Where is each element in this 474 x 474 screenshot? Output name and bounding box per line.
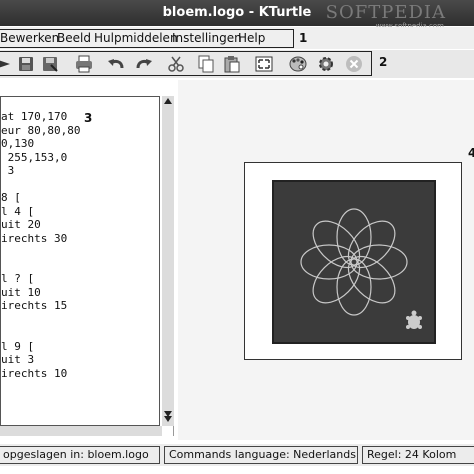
menu-beeld[interactable]: Beeld [57, 31, 91, 45]
callout-4: 4 [468, 146, 474, 160]
toolbar [0, 50, 474, 78]
editor-horizontal-scrollbar[interactable] [0, 426, 162, 436]
panel-scroll-down-arrow-icon[interactable] [164, 411, 172, 417]
scroll-up-arrow-icon[interactable] [164, 98, 172, 104]
fullscreen-icon[interactable] [254, 54, 274, 74]
menu-help[interactable]: Help [238, 31, 265, 45]
watermark: SOFTPEDIA [325, 2, 446, 23]
flower-petal [312, 220, 361, 269]
status-position: Regel: 24 Kolom [362, 446, 474, 464]
menu-instellingen[interactable]: Instellingen [172, 31, 242, 45]
code-line: 255,153,0 [1, 150, 68, 164]
print-icon[interactable] [74, 54, 94, 74]
save-icon[interactable] [16, 54, 36, 74]
redo-icon[interactable] [134, 54, 154, 74]
code-editor[interactable]: at 170,170 eur 80,80,80 0,130 255,153,0 3 8… [0, 96, 160, 426]
editor-vertical-scrollbar[interactable] [162, 96, 174, 426]
flower-petal [347, 255, 396, 304]
undo-icon[interactable] [106, 54, 126, 74]
settings-icon[interactable] [316, 54, 336, 74]
menu-hulpmiddelen[interactable]: Hulpmiddelen [94, 31, 178, 45]
status-saved: opgeslagen in: bloem.logo [0, 446, 160, 464]
code-line: l 4 [ [1, 204, 35, 218]
code-line: uit 3 [1, 353, 35, 366]
code-line: 0,130 [1, 137, 35, 150]
callout-2: 2 [379, 55, 388, 69]
turtle-icon [406, 310, 422, 329]
code-line: l ? [ [1, 272, 35, 285]
code-line: irechts 15 [1, 299, 68, 312]
color-picker-icon[interactable] [288, 54, 308, 74]
copy-icon[interactable] [196, 54, 216, 74]
callout-1: 1 [299, 31, 308, 45]
turtle-canvas[interactable] [272, 180, 436, 344]
cut-icon[interactable] [166, 54, 186, 74]
code-line: eur 80,80,80 [1, 123, 81, 137]
title-bar: bloem.logo - KTurtle SOFTPEDIA www.softp… [0, 0, 474, 30]
code-line: at 170,170 [1, 110, 68, 123]
flower-petal [312, 255, 361, 304]
flower-petal [300, 244, 358, 280]
paste-icon[interactable] [222, 54, 242, 74]
save-as-icon[interactable] [40, 54, 60, 74]
flower-petal [347, 220, 396, 269]
status-language: Commands language: Nederlands [164, 446, 358, 464]
code-line: 8 [ [1, 191, 21, 204]
code-editor-panel: at 170,170 eur 80,80,80 0,130 255,153,0 3 8… [0, 96, 174, 436]
code-line: 3 [1, 164, 15, 177]
callout-3: 3 [84, 111, 93, 125]
menu-bar: Bewerken Beeld Hulpmiddelen Instellingen… [0, 27, 474, 49]
code-line: l 9 [ [1, 339, 35, 353]
flower-drawing [300, 208, 422, 329]
stop-icon[interactable] [344, 54, 364, 74]
code-line: irechts 30 [1, 231, 68, 245]
status-bar: opgeslagen in: bloem.logo Commands langu… [0, 444, 474, 466]
code-line: uit 10 [1, 285, 41, 299]
arrow-icon[interactable] [0, 54, 14, 74]
code-line: uit 20 [1, 218, 41, 231]
menu-bewerken[interactable]: Bewerken [0, 31, 59, 45]
code-line: irechts 10 [1, 366, 68, 380]
